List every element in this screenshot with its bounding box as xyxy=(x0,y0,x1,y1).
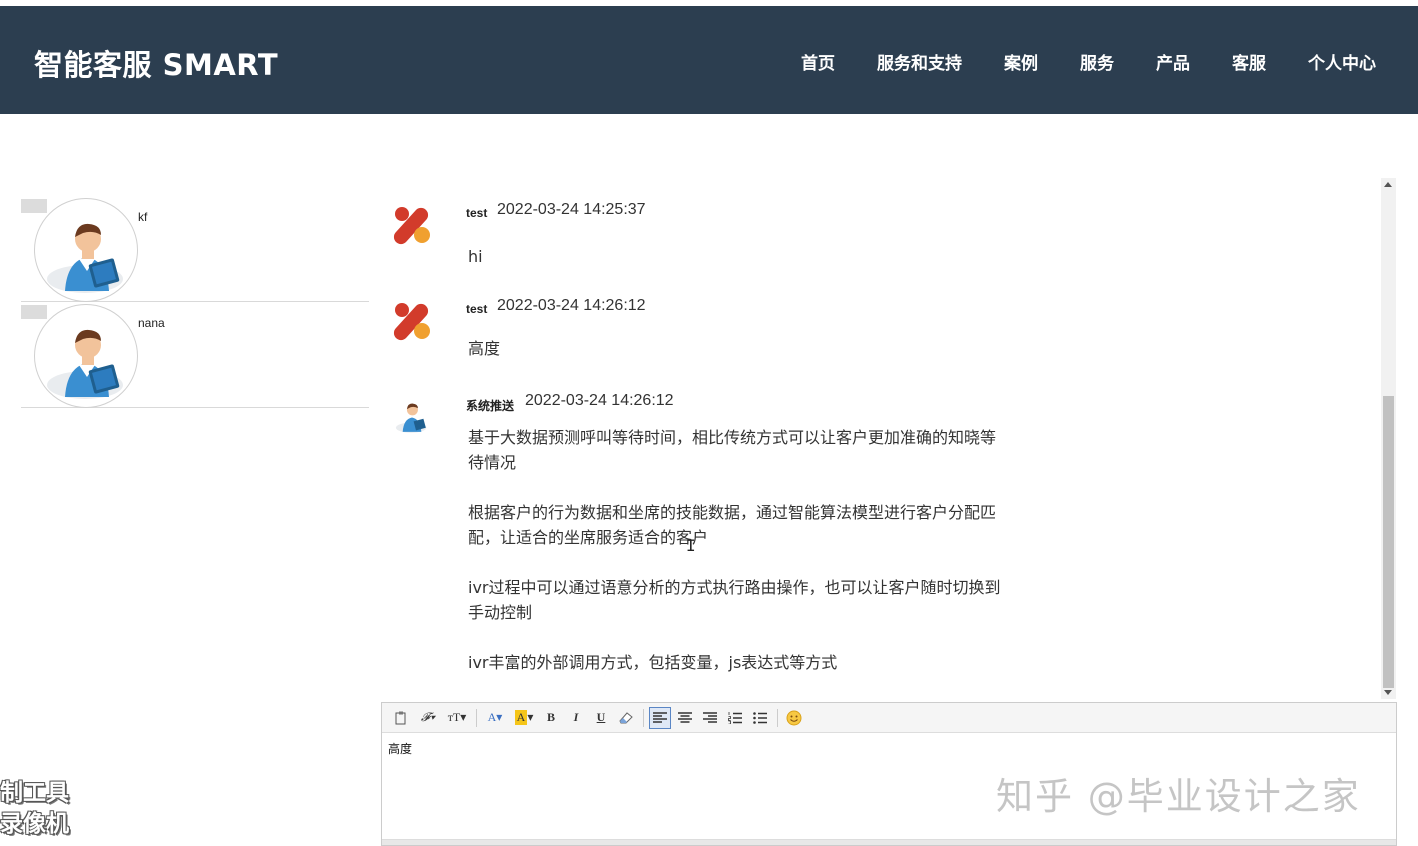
paste-icon[interactable] xyxy=(390,707,412,729)
sender-name: test xyxy=(466,302,488,316)
message-text: 根据客户的行为数据和坐席的技能数据，通过智能算法模型进行客户分配匹配，让适合的坐… xyxy=(468,503,997,547)
message-time: 2022-03-24 14:26:12 xyxy=(497,297,646,314)
message-body: hi xyxy=(468,244,1008,294)
sender-name: test xyxy=(466,206,488,220)
nav-customer-service[interactable]: 客服 xyxy=(1232,49,1266,74)
scroll-down-icon[interactable] xyxy=(1384,690,1392,695)
contact-name: nana xyxy=(138,316,165,330)
scroll-up-icon[interactable] xyxy=(1384,182,1392,187)
chat-scrollbar[interactable] xyxy=(1381,178,1396,699)
reader-avatar-icon xyxy=(390,393,434,437)
eraser-icon[interactable] xyxy=(615,707,637,729)
contact-item[interactable]: kf xyxy=(21,196,369,302)
nav-services[interactable]: 服务 xyxy=(1080,49,1114,74)
editor-resize-handle[interactable] xyxy=(382,839,1396,845)
sender-name: 系统推送 xyxy=(466,399,515,413)
unread-badge xyxy=(21,305,47,319)
text-cursor-icon: I xyxy=(686,536,696,555)
editor-toolbar: 𝓕▾ ᴛT▾ A▾ A ▾ B I U xyxy=(382,703,1396,733)
unordered-list-icon[interactable] xyxy=(749,707,771,729)
ordered-list-icon[interactable] xyxy=(724,707,746,729)
nav-personal-center[interactable]: 个人中心 xyxy=(1308,49,1376,74)
main-nav: 首页 服务和支持 案例 服务 产品 客服 个人中心 xyxy=(759,49,1376,74)
message-body: 高度 xyxy=(468,336,1008,386)
recorder-label: 制工具 xyxy=(0,780,69,806)
contact-list: kf nana xyxy=(21,196,369,408)
editor-input[interactable]: 高度 xyxy=(388,740,412,757)
align-left-icon[interactable] xyxy=(649,706,671,729)
recorder-label: 录像机 xyxy=(0,811,69,837)
message-text: 高度 xyxy=(468,339,501,358)
message-text: 基于大数据预测呼叫等待时间，相比传统方式可以让客户更加准确的知晓等待情况 xyxy=(468,428,997,472)
toolbar-separator xyxy=(777,708,778,727)
bold-icon[interactable]: B xyxy=(540,707,562,729)
unread-badge xyxy=(21,199,47,213)
message-text: hi xyxy=(468,247,483,266)
nav-service-support[interactable]: 服务和支持 xyxy=(877,49,962,74)
reader-avatar-icon xyxy=(34,198,138,302)
nav-home[interactable]: 首页 xyxy=(801,49,835,74)
underline-icon[interactable]: U xyxy=(590,707,612,729)
brand-logo-icon xyxy=(390,202,434,246)
brand-logo-icon xyxy=(390,298,434,342)
message-time: 2022-03-24 14:25:37 xyxy=(497,201,646,218)
navbar: 智能客服 SMART 首页 服务和支持 案例 服务 产品 客服 个人中心 xyxy=(0,6,1418,114)
contact-item[interactable]: nana xyxy=(21,302,369,408)
nav-cases[interactable]: 案例 xyxy=(1004,49,1038,74)
message-text: ivr过程中可以通过语意分析的方式执行路由操作，也可以让客户随时切换到手动控制 xyxy=(468,578,1001,622)
scroll-thumb[interactable] xyxy=(1383,396,1394,688)
message-body: 基于大数据预测呼叫等待时间，相比传统方式可以让客户更加准确的知晓等待情况 根据客… xyxy=(468,425,1008,700)
italic-icon[interactable]: I xyxy=(565,707,587,729)
contact-name: kf xyxy=(138,210,148,224)
reader-avatar-icon xyxy=(34,304,138,408)
emoji-icon[interactable] xyxy=(783,707,805,729)
align-right-icon[interactable] xyxy=(699,707,721,729)
chat-history[interactable]: test 2022-03-24 14:25:37 hi test 2022-03… xyxy=(382,176,1397,701)
highlight-icon[interactable]: A ▾ xyxy=(511,707,537,729)
toolbar-separator xyxy=(643,708,644,727)
watermark: 知乎 @毕业设计之家 xyxy=(996,775,1361,818)
message-time: 2022-03-24 14:26:12 xyxy=(525,392,674,409)
toolbar-separator xyxy=(476,708,477,727)
recorder-overlay: 制工具 录像机 xyxy=(0,778,69,840)
nav-products[interactable]: 产品 xyxy=(1156,49,1190,74)
font-color-icon[interactable]: A▾ xyxy=(482,707,508,729)
message-text: ivr丰富的外部调用方式，包括变量，js表达式等方式 xyxy=(468,653,838,672)
font-family-icon[interactable]: 𝓕▾ xyxy=(415,707,441,729)
font-size-icon[interactable]: ᴛT▾ xyxy=(444,707,470,729)
align-center-icon[interactable] xyxy=(674,707,696,729)
brand-title[interactable]: 智能客服 SMART xyxy=(34,42,278,84)
